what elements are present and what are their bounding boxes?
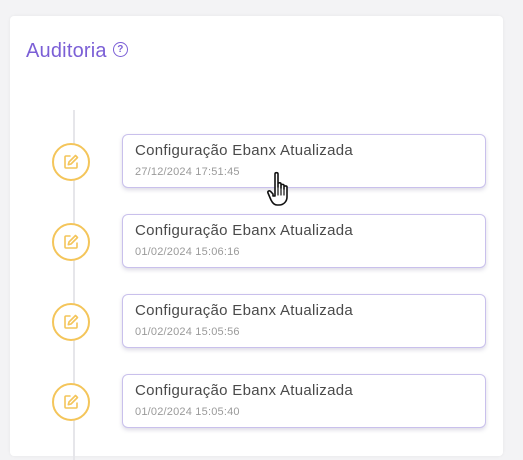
audit-card[interactable]: Configuração Ebanx Atualizada 01/02/2024…: [122, 294, 486, 348]
timeline-entry: Configuração Ebanx Atualizada 01/02/2024…: [10, 294, 503, 350]
audit-card-timestamp: 01/02/2024 15:05:56: [135, 326, 240, 338]
edit-icon: [64, 154, 79, 169]
audit-card[interactable]: Configuração Ebanx Atualizada 27/12/2024…: [122, 134, 486, 188]
hand-cursor-icon: [267, 171, 288, 206]
timeline-entry: Configuração Ebanx Atualizada 01/02/2024…: [10, 374, 503, 430]
timeline-marker: [52, 383, 90, 421]
audit-card[interactable]: Configuração Ebanx Atualizada 01/02/2024…: [122, 374, 486, 428]
audit-title: Auditoria: [26, 40, 107, 62]
timeline-marker: [52, 223, 90, 261]
audit-header: Auditoria ?: [26, 40, 128, 63]
timeline-entry: Configuração Ebanx Atualizada 27/12/2024…: [10, 134, 503, 190]
edit-icon: [64, 314, 79, 329]
audit-card-title: Configuração Ebanx Atualizada: [135, 382, 354, 399]
audit-card-timestamp: 27/12/2024 17:51:45: [135, 166, 240, 178]
audit-card-title: Configuração Ebanx Atualizada: [135, 222, 354, 239]
audit-card-title: Configuração Ebanx Atualizada: [135, 302, 354, 319]
audit-panel: Auditoria ? Configuração Ebanx Atualizad…: [10, 16, 503, 460]
timeline-marker: [52, 143, 90, 181]
timeline-entry: Configuração Ebanx Atualizada 01/02/2024…: [10, 214, 503, 270]
help-icon[interactable]: ?: [112, 42, 128, 57]
audit-card-timestamp: 01/02/2024 15:05:40: [135, 406, 240, 418]
audit-card-timestamp: 01/02/2024 15:06:16: [135, 246, 240, 258]
timeline-marker: [52, 303, 90, 341]
audit-card[interactable]: Configuração Ebanx Atualizada 01/02/2024…: [122, 214, 486, 268]
audit-card-title: Configuração Ebanx Atualizada: [135, 142, 354, 159]
edit-icon: [64, 234, 79, 249]
edit-icon: [64, 394, 79, 409]
